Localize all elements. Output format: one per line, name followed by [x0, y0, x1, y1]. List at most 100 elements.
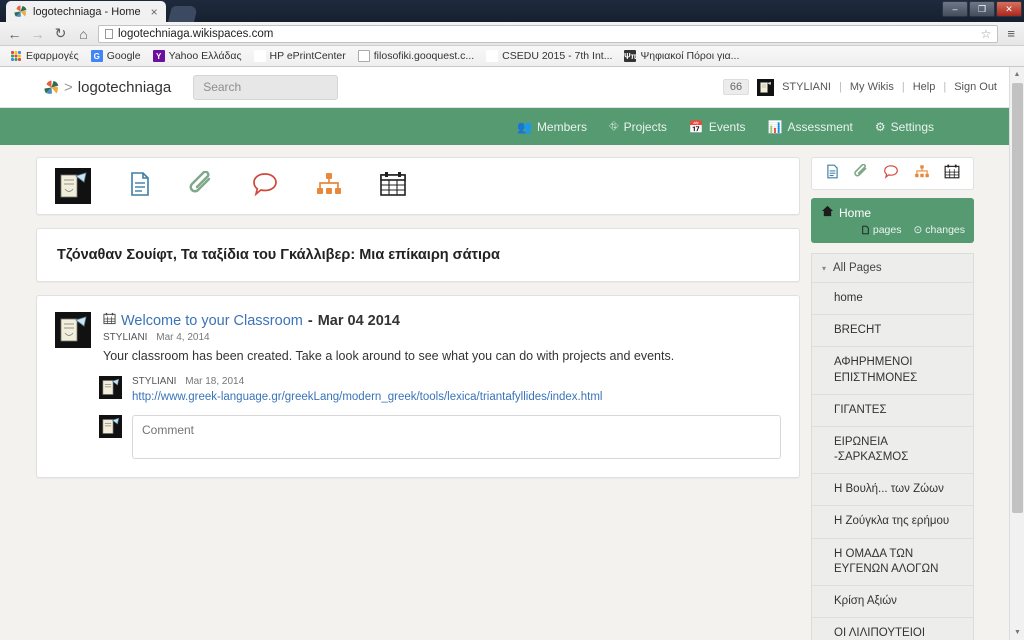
wikispaces-logo-icon[interactable]: [44, 80, 59, 95]
browser-tab[interactable]: logotechniaga - Home ×: [6, 1, 166, 22]
sidebar-page-item[interactable]: home: [812, 282, 973, 315]
page-title: Τζόναθαν Σουίφτ, Τα ταξίδια του Γκάλλιβε…: [57, 247, 500, 263]
nav-label: Members: [536, 119, 587, 134]
nav-label: Projects: [623, 119, 667, 134]
breadcrumb-separator: >: [64, 78, 73, 96]
discussion-bubble-icon[interactable]: [251, 171, 279, 201]
bookmark-item[interactable]: filosofiki.gooquest.c...: [353, 49, 479, 63]
post-author: STYLIANI: [103, 332, 148, 343]
sidebar-home-block[interactable]: Home pages ⊙ changes: [811, 198, 974, 243]
bookmark-item[interactable]: Ψπ Ψηφιακοί Πόροι για...: [619, 49, 744, 63]
scroll-down-arrow-icon[interactable]: ▼: [1010, 625, 1024, 640]
bookmark-label: HP ePrintCenter: [269, 50, 346, 62]
sidebar-page-item[interactable]: ΑΦΗΡΗΜΕΝΟΙ ΕΠΙΣΤΗΜΟΝΕΣ: [812, 346, 973, 394]
help-link[interactable]: Help: [913, 81, 936, 93]
page-info-icon: [105, 28, 113, 39]
bookmark-label: Google: [106, 50, 141, 62]
new-tab-button[interactable]: [167, 6, 198, 22]
reply-link[interactable]: http://www.greek-language.gr/greekLang/m…: [132, 391, 781, 403]
nav-item-projects[interactable]: ⛗ Projects: [609, 119, 667, 134]
page-document-icon[interactable]: [825, 164, 840, 183]
sidebar-page-item[interactable]: ΟΙ ΛΙΛΙΠΟΥΤΕΙΟΙ: [812, 617, 973, 640]
post-body: Your classroom has been created. Take a …: [103, 349, 675, 363]
bookmark-item[interactable]: Y Yahoo Ελλάδας: [148, 49, 247, 63]
minimize-button[interactable]: –: [942, 1, 968, 17]
forward-arrow-icon[interactable]: →: [29, 26, 46, 42]
breadcrumb[interactable]: > logotechniaga: [44, 79, 171, 96]
right-sidebar: Home pages ⊙ changes ▾ All Pages home BR…: [811, 157, 974, 640]
changes-clock-icon: ⊙: [913, 224, 923, 236]
maximize-button[interactable]: ❐: [969, 1, 995, 17]
post-title-link[interactable]: Welcome to your Classroom: [121, 313, 303, 329]
bookmark-label: Ψηφιακοί Πόροι για...: [640, 50, 740, 62]
page-title-card: Τζόναθαν Σουίφτ, Τα ταξίδια του Γκάλλιβε…: [36, 228, 800, 282]
bookmark-label: CSEDU 2015 - 7th Int...: [502, 50, 613, 62]
calendar-events-icon: [103, 312, 116, 328]
paperclip-attachment-icon[interactable]: [854, 163, 869, 183]
bookmark-item[interactable]: hp HP ePrintCenter: [249, 49, 351, 63]
sidebar-page-item[interactable]: Κρίση Αξιών: [812, 584, 973, 618]
sidebar-all-pages-toggle[interactable]: ▾ All Pages: [812, 253, 973, 282]
wiki-header: > logotechniaga Search 66 STYLIANI | My …: [0, 67, 1009, 108]
paperclip-attachment-icon[interactable]: [189, 170, 215, 201]
sidebar-changes-link[interactable]: ⊙ changes: [913, 224, 965, 236]
nav-item-members[interactable]: 👥 Members: [517, 120, 587, 134]
sidebar-page-item[interactable]: Η Βουλή... των Ζώων: [812, 473, 973, 506]
post-avatar: [55, 312, 91, 348]
reply-author: STYLIANI: [132, 376, 177, 387]
sign-out-link[interactable]: Sign Out: [954, 81, 997, 93]
sidebar-changes-label: changes: [925, 224, 965, 236]
avatar[interactable]: [757, 78, 775, 96]
wiki-name-link[interactable]: logotechniaga: [78, 79, 171, 96]
hamburger-menu-icon[interactable]: ≡: [1004, 26, 1018, 41]
bookmark-item[interactable]: C CSEDU 2015 - 7th Int...: [481, 49, 617, 63]
sidebar-page-item[interactable]: ΕΙΡΩΝΕΙΑ -ΣΑΡΚΑΣΜΟΣ: [812, 425, 973, 474]
my-wikis-link[interactable]: My Wikis: [850, 81, 894, 93]
hp-icon: hp: [253, 50, 266, 62]
sidebar-page-item[interactable]: ΓΙΓΑΝΤΕΣ: [812, 393, 973, 426]
nav-item-events[interactable]: 📅 Events: [689, 120, 746, 134]
header-separator: |: [901, 81, 905, 93]
comment-input[interactable]: [132, 415, 781, 459]
nav-label: Events: [708, 119, 746, 134]
sidebar-page-item[interactable]: Η Ζούγκλα της ερήμου: [812, 505, 973, 538]
sidebar-page-item[interactable]: BRECHT: [812, 314, 973, 347]
notification-badge[interactable]: 66: [722, 79, 750, 95]
header-separator: |: [838, 81, 842, 93]
post-reply: STYLIANI Mar 18, 2014 http://www.greek-l…: [55, 376, 781, 403]
reload-icon[interactable]: ↻: [52, 25, 69, 42]
discussion-bubble-icon[interactable]: [883, 164, 899, 183]
page-document-icon[interactable]: [127, 171, 153, 201]
close-icon[interactable]: ×: [151, 5, 158, 19]
window-close-button[interactable]: ✕: [996, 1, 1022, 17]
search-input[interactable]: Search: [193, 74, 339, 100]
sidebar-pages-link[interactable]: pages: [861, 224, 902, 236]
nav-item-settings[interactable]: ⚙ Settings: [875, 120, 934, 134]
yahoo-icon: Y: [152, 50, 165, 62]
user-name-link[interactable]: STYLIANI: [782, 81, 831, 93]
settings-gear-icon: ⚙: [874, 119, 886, 134]
sidebar-icon-toolbar: [811, 157, 974, 190]
address-bar[interactable]: logotechniaga.wikispaces.com ☆: [98, 24, 999, 43]
page-document-icon: [862, 225, 869, 235]
assessment-icon: 📊: [767, 119, 783, 134]
csedu-icon: C: [486, 50, 499, 62]
bookmark-star-icon[interactable]: ☆: [981, 27, 992, 41]
classroom-thumbnail-icon[interactable]: [55, 168, 91, 204]
calendar-events-icon[interactable]: [944, 164, 960, 183]
post-meta: STYLIANI Mar 4, 2014: [103, 332, 781, 343]
nav-item-assessment[interactable]: 📊 Assessment: [768, 120, 853, 134]
scroll-up-arrow-icon[interactable]: ▲: [1010, 67, 1024, 82]
page-scrollbar[interactable]: ▲ ▼: [1009, 67, 1024, 640]
scrollbar-thumb[interactable]: [1012, 83, 1023, 513]
bookmark-label: Yahoo Ελλάδας: [168, 50, 242, 62]
sitemap-projects-icon[interactable]: [315, 171, 343, 201]
bookmark-item[interactable]: Εφαρμογές: [5, 49, 84, 63]
bookmark-item[interactable]: G Google: [86, 49, 146, 63]
calendar-events-icon[interactable]: [379, 171, 407, 201]
sitemap-projects-icon[interactable]: [914, 164, 930, 183]
home-icon[interactable]: ⌂: [75, 26, 92, 42]
back-arrow-icon[interactable]: ←: [6, 26, 23, 42]
sidebar-pages-label: pages: [872, 224, 902, 236]
sidebar-page-item[interactable]: Η ΟΜΑΔΑ ΤΩΝ ΕΥΓΕΝΩΝ ΑΛΟΓΩΝ: [812, 537, 973, 585]
